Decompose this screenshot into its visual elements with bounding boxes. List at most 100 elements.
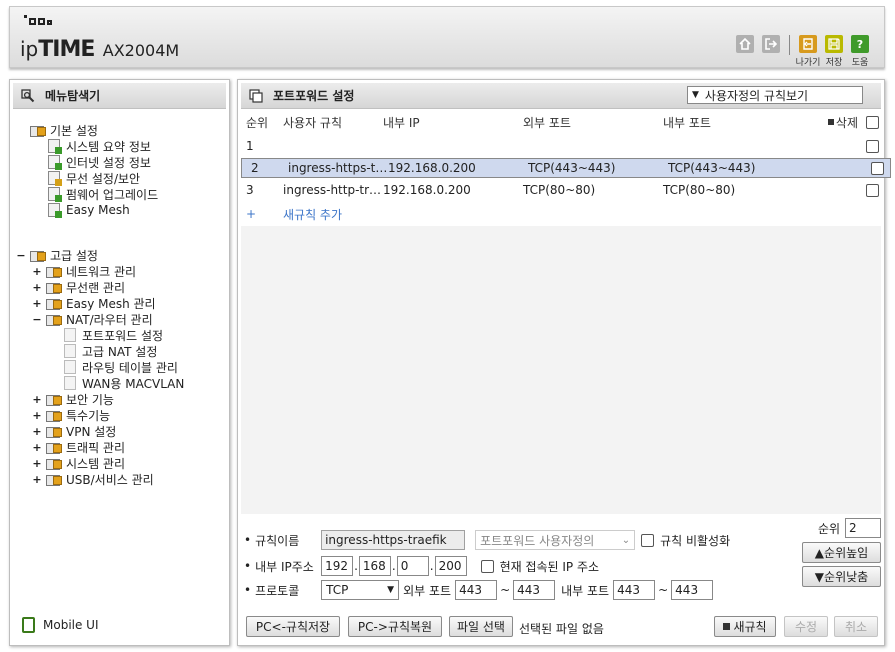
- folder-icon: [30, 249, 46, 262]
- tree-item-firmware-upgrade[interactable]: 펌웨어 업그레이드: [48, 186, 158, 202]
- tree-item-wireless-security[interactable]: 무선 설정/보안: [48, 170, 140, 186]
- save-icon: [825, 35, 843, 53]
- exit-button[interactable]: 나가기: [796, 35, 820, 68]
- special-folder-icon: [46, 409, 62, 422]
- table-row[interactable]: 1: [241, 134, 881, 158]
- tree-item-wan-macvlan[interactable]: WAN용 MACVLAN: [64, 375, 184, 391]
- tree-advanced-settings[interactable]: − 고급 설정: [16, 247, 98, 263]
- tree-label: USB/서비스 관리: [66, 472, 154, 487]
- preset-select-value: 포트포워드 사용자정의: [480, 533, 595, 548]
- tree-label: 무선랜 관리: [66, 280, 126, 295]
- lower-order-button[interactable]: ▼순위낮춤: [802, 566, 881, 587]
- folder-icon: [30, 124, 46, 137]
- tree-item-easy-mesh[interactable]: Easy Mesh: [48, 202, 130, 218]
- row-delete-checkbox[interactable]: [871, 161, 884, 175]
- select-all-checkbox[interactable]: [866, 115, 879, 129]
- protocol-select-value: TCP: [326, 583, 349, 597]
- ip-octet-1[interactable]: 192: [321, 556, 354, 576]
- port-forward-header: 포트포워드 설정 ▼ 사용자정의 규칙보기: [241, 83, 881, 109]
- page-icon: [64, 360, 76, 374]
- collapse-toggle[interactable]: −: [32, 313, 42, 326]
- expand-toggle[interactable]: +: [32, 457, 42, 470]
- empty-row: [241, 418, 881, 442]
- pc-save-rules-button[interactable]: PC<-규칙저장: [246, 616, 340, 637]
- tree-special-functions[interactable]: + 특수기능: [32, 407, 110, 423]
- tree-item-system-summary[interactable]: 시스템 요약 정보: [48, 138, 151, 154]
- window-icon: [249, 88, 263, 103]
- row-ext: TCP(443~443): [528, 161, 616, 175]
- tree-label: Easy Mesh: [66, 203, 130, 217]
- empty-row: [241, 346, 881, 370]
- tree-system-management[interactable]: + 시스템 관리: [32, 455, 125, 471]
- home-button[interactable]: [735, 35, 755, 53]
- tree-easy-mesh-management[interactable]: + Easy Mesh 관리: [32, 295, 155, 311]
- tree-item-advanced-nat[interactable]: 고급 NAT 설정: [64, 343, 157, 359]
- external-port-to[interactable]: 443: [513, 580, 556, 600]
- expand-toggle[interactable]: +: [32, 265, 42, 278]
- bullet: •: [244, 533, 252, 547]
- raise-order-button[interactable]: ▲순위높임: [802, 542, 881, 563]
- tree-vpn-settings[interactable]: + VPN 설정: [32, 423, 116, 439]
- rule-name-input[interactable]: ingress-https-traefik: [321, 530, 466, 550]
- expand-toggle[interactable]: +: [32, 297, 42, 310]
- order-input[interactable]: 2: [845, 518, 881, 538]
- tree-basic-settings[interactable]: 기본 설정: [30, 122, 98, 138]
- empty-row: [241, 322, 881, 346]
- tree-traffic-management[interactable]: + 트래픽 관리: [32, 439, 125, 455]
- new-rule-button[interactable]: 새규칙: [714, 616, 776, 637]
- expand-toggle[interactable]: +: [32, 409, 42, 422]
- tree-label: 트래픽 관리: [66, 440, 126, 455]
- expand-toggle[interactable]: +: [32, 425, 42, 438]
- tree-label: 보안 기능: [66, 392, 114, 407]
- current-ip-checkbox[interactable]: [480, 559, 494, 573]
- tree-label: 시스템 관리: [66, 456, 126, 471]
- internal-port-to[interactable]: 443: [671, 580, 714, 600]
- ip-octet-2[interactable]: 168: [358, 556, 391, 576]
- tree-security-functions[interactable]: + 보안 기능: [32, 391, 114, 407]
- empty-row: [241, 442, 881, 466]
- row-delete-checkbox[interactable]: [866, 183, 879, 197]
- row-delete-checkbox[interactable]: [866, 139, 879, 153]
- preset-select[interactable]: 포트포워드 사용자정의 ⌄: [475, 530, 636, 550]
- tree-label: NAT/라우터 관리: [66, 312, 153, 327]
- tree-item-routing-table[interactable]: 라우팅 테이블 관리: [64, 359, 178, 375]
- protocol-select[interactable]: TCP ▼: [321, 580, 400, 600]
- rule-name-label: 규칙이름: [255, 533, 300, 548]
- pc-restore-rules-button[interactable]: PC->규칙복원: [348, 616, 442, 637]
- tree-network-management[interactable]: + 네트워크 관리: [32, 263, 136, 279]
- ip-octet-4[interactable]: 200: [434, 556, 467, 576]
- internal-port-from[interactable]: 443: [613, 580, 656, 600]
- tree-usb-service-management[interactable]: + USB/서비스 관리: [32, 471, 154, 487]
- collapse-toggle[interactable]: −: [16, 249, 26, 262]
- disable-rule-checkbox[interactable]: [641, 533, 655, 547]
- table-row[interactable]: 3 ingress-http-traefik 192.168.0.200 TCP…: [241, 178, 881, 202]
- logout-icon: [762, 35, 780, 53]
- file-select-button[interactable]: 파일 선택: [449, 616, 513, 637]
- upgrade-page-icon: [48, 187, 62, 202]
- modify-button[interactable]: 수정: [784, 616, 828, 637]
- expand-toggle[interactable]: +: [32, 441, 42, 454]
- add-rule-row[interactable]: + 새규칙 추가: [241, 202, 881, 226]
- tree-label: 무선 설정/보안: [66, 171, 141, 186]
- network-folder-icon: [46, 265, 62, 278]
- table-row-selected[interactable]: 2 ingress-https-traefik 192.168.0.200 TC…: [241, 158, 891, 178]
- expand-toggle[interactable]: +: [32, 281, 42, 294]
- tree-item-port-forward[interactable]: 포트포워드 설정: [64, 327, 163, 343]
- row-ext: TCP(80~80): [523, 183, 596, 197]
- mobile-ui-link[interactable]: Mobile UI: [22, 617, 99, 633]
- expand-toggle[interactable]: +: [32, 393, 42, 406]
- tree-wireless-management[interactable]: + 무선랜 관리: [32, 279, 125, 295]
- cancel-button[interactable]: 취소: [834, 616, 878, 637]
- logout-button[interactable]: [761, 35, 781, 53]
- logo-time: TIME: [38, 37, 95, 62]
- rule-view-select[interactable]: ▼ 사용자정의 규칙보기: [687, 86, 863, 104]
- external-port-from[interactable]: 443: [455, 580, 498, 600]
- row-name: ingress-http-traefik: [283, 183, 383, 197]
- save-button[interactable]: 저장: [824, 35, 844, 68]
- expand-toggle[interactable]: +: [32, 473, 42, 486]
- help-button[interactable]: ? 도움: [850, 35, 870, 68]
- add-rule-plus-icon: +: [246, 207, 257, 221]
- tree-nat-router-management[interactable]: − NAT/라우터 관리: [32, 311, 153, 327]
- ip-octet-3[interactable]: 0: [396, 556, 429, 576]
- tree-item-internet-info[interactable]: 인터넷 설정 정보: [48, 154, 151, 170]
